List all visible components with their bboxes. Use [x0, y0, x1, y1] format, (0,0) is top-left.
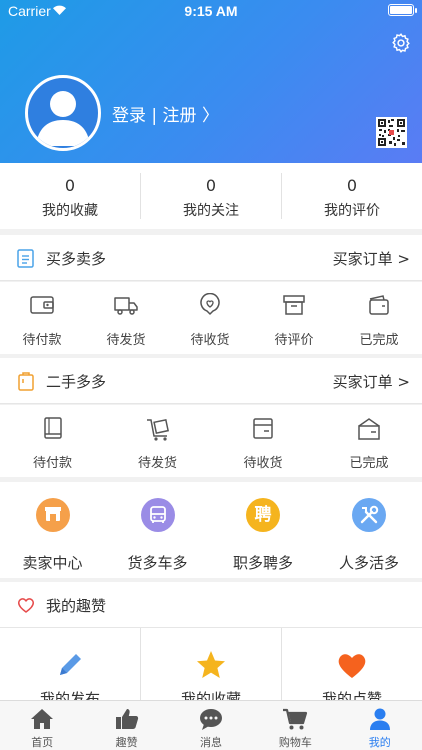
order-status-row-buy: 待付款 待发货 待收货 待评价 已完成	[0, 282, 422, 354]
like-my-favorites[interactable]: 我的收藏	[141, 628, 281, 700]
profile-header: Carrier 9:15 AM 登录 | 注册 〉	[0, 0, 422, 163]
order-status-label: 待付款	[32, 456, 72, 471]
avatar[interactable]	[25, 75, 101, 151]
tab-label: 我的	[368, 736, 391, 749]
section-title: 买多卖多	[46, 250, 107, 268]
user-icon	[369, 708, 390, 730]
tab-bar: 首页 趣赞 消息 购物车 我的	[0, 700, 422, 750]
order-status-label: 已完成	[349, 456, 389, 471]
service-vehicles[interactable]: 货多车多	[105, 482, 210, 578]
cart-box-icon	[146, 418, 169, 441]
like-my-posts[interactable]: 我的发布	[0, 628, 140, 700]
second-pending-shipment[interactable]: 待发货	[105, 405, 210, 477]
tab-home[interactable]: 首页	[0, 701, 84, 750]
service-label: 卖家中心	[22, 554, 83, 572]
order-status-label: 待发货	[137, 456, 177, 471]
tab-label: 购物车	[278, 736, 312, 749]
thumbs-up-icon	[115, 709, 138, 729]
bag-icon	[18, 372, 34, 391]
stat-follows[interactable]: 0 我的关注	[141, 163, 281, 229]
wallet-icon	[30, 296, 54, 314]
tab-me[interactable]: 我的	[338, 701, 422, 750]
second-pending-receipt[interactable]: 待收货	[210, 405, 316, 477]
service-label: 人多活多	[338, 554, 399, 572]
qr-code-icon[interactable]	[376, 117, 407, 148]
stats-bar: 0 我的收藏 0 我的关注 0 我的评价	[0, 163, 422, 229]
order-pending-receipt[interactable]: 待收货	[168, 282, 252, 354]
box-icon	[283, 295, 305, 315]
likes-row: 我的发布 我的收藏 我的点赞	[0, 628, 422, 700]
stat-value: 0	[346, 176, 358, 195]
recruit-icon: 聘	[246, 498, 280, 532]
tools-icon	[352, 498, 386, 532]
like-label: 我的发布	[39, 690, 100, 700]
status-bar: Carrier 9:15 AM	[0, 0, 422, 22]
bus-icon	[140, 498, 175, 532]
purse-icon	[369, 295, 389, 315]
order-status-row-second-hand: 待付款 待发货 待收货 已完成	[0, 405, 422, 477]
service-label: 货多车多	[127, 554, 188, 572]
section-title: 我的趣赞	[46, 597, 107, 615]
shopping-cart-icon	[283, 708, 308, 730]
user-silhouette-icon	[36, 91, 90, 146]
section-header-buy: 买多卖多 买家订单 >	[0, 235, 422, 281]
heart-icon	[338, 654, 366, 678]
tab-messages[interactable]: 消息	[169, 701, 253, 750]
login-register-link[interactable]: 登录 | 注册 〉	[112, 101, 219, 126]
order-status-label: 待发货	[106, 333, 146, 348]
services-row: 卖家中心 货多车多 聘 职多聘多 人多活多	[0, 482, 422, 578]
order-status-label: 待评价	[274, 333, 314, 348]
stat-value: 0	[64, 176, 76, 195]
stat-label: 我的评价	[324, 203, 380, 219]
truck-icon	[114, 297, 138, 315]
second-completed[interactable]: 已完成	[316, 405, 422, 477]
like-label: 我的收藏	[180, 690, 241, 700]
like-label: 我的点赞	[321, 690, 382, 700]
gear-icon[interactable]	[390, 32, 412, 54]
order-pending-payment[interactable]: 待付款	[0, 282, 84, 354]
package-icon	[253, 418, 273, 439]
section-header-likes: 我的趣赞	[0, 582, 422, 628]
second-pending-payment[interactable]: 待付款	[0, 405, 105, 477]
home-icon	[31, 709, 54, 729]
service-jobs[interactable]: 聘 职多聘多	[210, 482, 316, 578]
order-status-label: 待收货	[243, 456, 283, 471]
book-icon	[43, 417, 62, 439]
tab-cart[interactable]: 购物车	[253, 701, 337, 750]
chat-icon	[199, 709, 222, 730]
stat-favorites[interactable]: 0 我的收藏	[0, 163, 140, 229]
clipboard-icon	[17, 249, 34, 268]
buyer-orders-link[interactable]: 买家订单 >	[333, 371, 410, 392]
stat-value: 0	[205, 176, 217, 195]
order-status-label: 待收货	[190, 333, 230, 348]
tab-label: 趣赞	[115, 736, 138, 749]
pencil-icon	[60, 654, 81, 675]
order-status-label: 待付款	[22, 333, 62, 348]
order-pending-shipment[interactable]: 待发货	[84, 282, 168, 354]
service-seller-center[interactable]: 卖家中心	[0, 482, 105, 578]
order-completed[interactable]: 已完成	[336, 282, 422, 354]
battery-icon	[388, 4, 417, 16]
section-title: 二手多多	[46, 373, 107, 391]
tab-likes[interactable]: 趣赞	[84, 701, 168, 750]
tab-label: 首页	[31, 736, 54, 749]
service-label: 职多聘多	[232, 554, 293, 572]
heart-bubble-icon	[200, 293, 220, 315]
stat-label: 我的收藏	[42, 203, 98, 219]
order-status-label: 已完成	[359, 333, 399, 348]
stat-reviews[interactable]: 0 我的评价	[282, 163, 422, 229]
store-icon	[35, 498, 70, 532]
section-header-second-hand: 二手多多 买家订单 >	[0, 358, 422, 404]
tab-label: 消息	[199, 736, 222, 749]
open-box-icon	[358, 418, 380, 440]
like-my-likes[interactable]: 我的点赞	[282, 628, 422, 700]
order-pending-review[interactable]: 待评价	[252, 282, 336, 354]
stat-label: 我的关注	[183, 203, 239, 219]
buyer-orders-link[interactable]: 买家订单 >	[333, 248, 410, 269]
star-icon	[197, 651, 225, 678]
heart-outline-icon	[17, 598, 35, 613]
clock: 9:15 AM	[184, 3, 238, 19]
service-gigs[interactable]: 人多活多	[316, 482, 422, 578]
